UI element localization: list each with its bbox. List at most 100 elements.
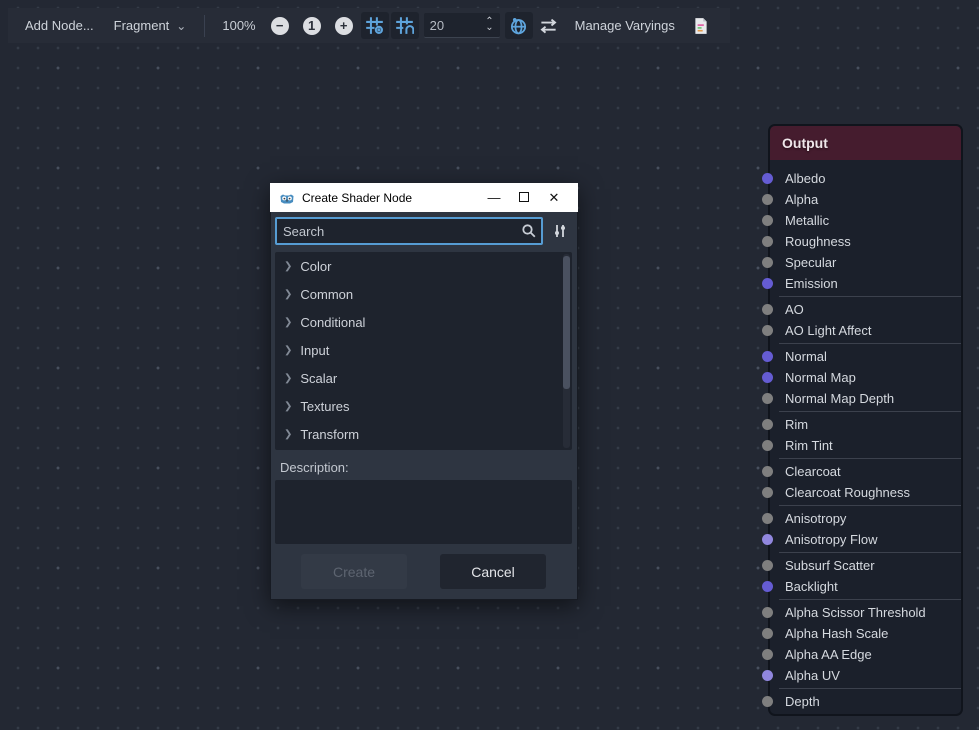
create-button[interactable]: Create [301, 554, 407, 589]
tree-item[interactable]: ❯ Common [275, 280, 572, 308]
manage-varyings-button[interactable]: Manage Varyings [564, 12, 686, 39]
port-label: AO [785, 302, 804, 317]
grid-snap-toggle-button[interactable] [391, 12, 419, 39]
output-port-row: Alpha UV [770, 665, 961, 686]
port-dot[interactable] [762, 560, 773, 571]
shader-editor-toolbar: Add Node... Fragment ⌄ 100% − 1 + 20 ⌃ ⌄ [8, 8, 730, 43]
spin-down-icon: ⌄ [485, 25, 493, 31]
close-button[interactable]: ✕ [539, 190, 569, 206]
shader-file-button[interactable] [687, 12, 715, 39]
tree-item[interactable]: ❯ Conditional [275, 308, 572, 336]
snap-spacing-value: 20 [430, 18, 486, 33]
port-dot[interactable] [762, 257, 773, 268]
output-port-row: Anisotropy Flow [770, 529, 961, 550]
port-dot[interactable] [762, 649, 773, 660]
port-group-separator [779, 688, 961, 689]
port-dot[interactable] [762, 325, 773, 336]
port-dot[interactable] [762, 215, 773, 226]
sliders-icon [552, 223, 568, 239]
maximize-button[interactable] [509, 190, 539, 205]
port-dot[interactable] [762, 466, 773, 477]
tree-scrollbar[interactable] [563, 254, 570, 448]
zoom-reset-button[interactable]: 1 [303, 17, 321, 35]
zoom-out-button[interactable]: − [271, 17, 289, 35]
output-port-row: Subsurf Scatter [770, 555, 961, 576]
shader-stage-dropdown[interactable]: Fragment ⌄ [105, 12, 196, 39]
minimize-button[interactable]: — [479, 190, 509, 205]
port-label: Roughness [785, 234, 851, 249]
tree-item-label: Color [300, 259, 331, 274]
port-dot[interactable] [762, 607, 773, 618]
scrollbar-thumb[interactable] [563, 256, 570, 389]
zoom-level-label: 100% [222, 18, 255, 33]
dialog-titlebar[interactable]: Create Shader Node — ✕ [270, 183, 578, 212]
cancel-button[interactable]: Cancel [440, 554, 546, 589]
dialog-title: Create Shader Node [302, 191, 479, 205]
port-dot[interactable] [762, 372, 773, 383]
port-label: Depth [785, 694, 820, 709]
tree-item[interactable]: ❯ Scalar [275, 364, 572, 392]
search-icon [521, 223, 537, 239]
output-port-row: Clearcoat Roughness [770, 482, 961, 503]
port-dot[interactable] [762, 419, 773, 430]
port-dot[interactable] [762, 194, 773, 205]
port-dot[interactable] [762, 534, 773, 545]
port-dot[interactable] [762, 670, 773, 681]
preview-shader-button[interactable] [505, 12, 533, 39]
port-label: Clearcoat Roughness [785, 485, 910, 500]
port-label: Anisotropy Flow [785, 532, 877, 547]
search-input[interactable] [275, 217, 543, 245]
port-dot[interactable] [762, 440, 773, 451]
port-dot[interactable] [762, 173, 773, 184]
port-label: Anisotropy [785, 511, 846, 526]
port-dot[interactable] [762, 304, 773, 315]
port-dot[interactable] [762, 278, 773, 289]
tree-item[interactable]: ❯ Textures [275, 392, 572, 420]
port-label: Metallic [785, 213, 829, 228]
tree-item[interactable]: ❯ Color [275, 252, 572, 280]
tree-item-label: Transform [300, 427, 359, 442]
tree-item[interactable]: ❯ Transform [275, 420, 572, 448]
godot-logo-icon [279, 190, 295, 206]
snap-spacing-spinbox[interactable]: 20 ⌃ ⌄ [424, 13, 500, 38]
output-port-row: Rim [770, 414, 961, 435]
grid-magnet-icon [395, 16, 414, 35]
toggle-description-button[interactable] [535, 12, 563, 39]
shader-stage-value: Fragment [114, 18, 170, 33]
add-node-button[interactable]: Add Node... [14, 12, 105, 39]
spinbox-arrows[interactable]: ⌃ ⌄ [485, 19, 493, 31]
expand-chevron-icon[interactable]: ❯ [284, 429, 292, 440]
port-dot[interactable] [762, 696, 773, 707]
output-node-header[interactable]: Output [770, 126, 961, 160]
filter-options-button[interactable] [548, 218, 572, 244]
description-label: Description: [280, 460, 572, 475]
port-dot[interactable] [762, 351, 773, 362]
port-dot[interactable] [762, 236, 773, 247]
zoom-in-button[interactable]: + [335, 17, 353, 35]
output-node[interactable]: Output Albedo Alpha Metallic Roughness [768, 124, 963, 716]
output-port-row: Rim Tint [770, 435, 961, 456]
output-port-row: Normal Map [770, 367, 961, 388]
grid-snap-settings-button[interactable] [361, 12, 389, 39]
expand-chevron-icon[interactable]: ❯ [284, 289, 292, 300]
tree-item-label: Scalar [300, 371, 337, 386]
expand-chevron-icon[interactable]: ❯ [284, 401, 292, 412]
output-port-row: Metallic [770, 210, 961, 231]
port-dot[interactable] [762, 513, 773, 524]
port-dot[interactable] [762, 581, 773, 592]
port-dot[interactable] [762, 487, 773, 498]
expand-chevron-icon[interactable]: ❯ [284, 317, 292, 328]
port-dot[interactable] [762, 393, 773, 404]
tree-item[interactable]: ❯ Input [275, 336, 572, 364]
port-dot[interactable] [762, 628, 773, 639]
expand-chevron-icon[interactable]: ❯ [284, 261, 292, 272]
chevron-down-icon: ⌄ [176, 20, 186, 32]
port-group-separator [779, 343, 961, 344]
expand-chevron-icon[interactable]: ❯ [284, 373, 292, 384]
port-label: Alpha Hash Scale [785, 626, 888, 641]
create-shader-node-dialog: Create Shader Node — ✕ [270, 183, 578, 600]
expand-chevron-icon[interactable]: ❯ [284, 345, 292, 356]
tree-item-label: Common [300, 287, 353, 302]
output-port-row: Alpha [770, 189, 961, 210]
output-port-row: Anisotropy [770, 508, 961, 529]
